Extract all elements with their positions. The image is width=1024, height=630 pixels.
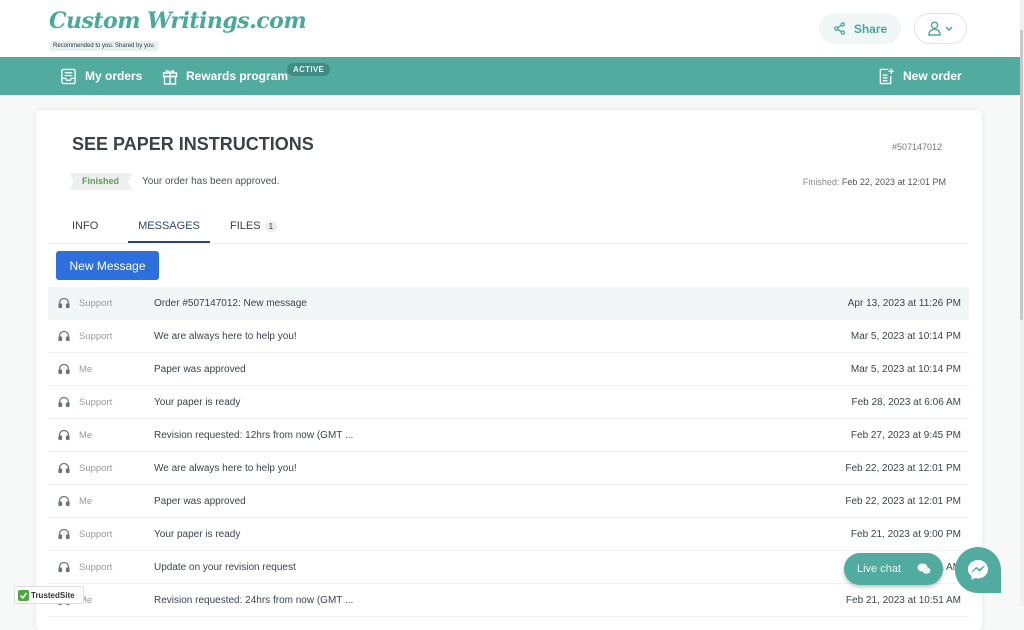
status-badge: Finished [70, 173, 134, 190]
finished-date-value: Feb 22, 2023 at 12:01 PM [841, 177, 946, 187]
message-date: Feb 22, 2023 at 12:01 PM [845, 462, 961, 474]
message-sender: Support [79, 561, 113, 573]
message-date: Feb 21, 2023 at 9:00 PM [850, 528, 961, 540]
inbox-icon [61, 68, 76, 84]
trusted-site-badge[interactable]: TrustedSite [14, 586, 84, 604]
new-document-icon [879, 68, 895, 85]
message-sender: Support [79, 330, 113, 342]
message-row[interactable]: Support Order #507147012: New message Apr … [48, 287, 969, 320]
files-count-badge: 1 [264, 220, 278, 232]
message-sender: Support [79, 462, 113, 474]
message-row[interactable]: SupportUpdate on your revision requestFe… [48, 551, 969, 584]
nav-my-orders[interactable]: My orders [60, 57, 142, 95]
message-sender: Me [79, 429, 93, 441]
gift-icon [162, 69, 178, 85]
trusted-site-label: TrustedSite [31, 590, 75, 600]
new-message-button[interactable]: New Message [56, 251, 159, 280]
tab-messages[interactable]: MESSAGES [128, 210, 210, 243]
new-order-button[interactable]: New order [878, 57, 962, 95]
chevron-down-icon [945, 25, 953, 31]
checkmark-icon [18, 589, 29, 601]
user-menu-button[interactable] [914, 13, 967, 44]
headset-icon [58, 528, 70, 543]
page-scrollbar[interactable] [1020, 0, 1024, 606]
headset-icon [58, 462, 70, 477]
message-sender: Me [79, 363, 93, 375]
finished-date: Finished: Feb 22, 2023 at 12:01 PM [803, 177, 946, 187]
message-subject[interactable]: Update on your revision request [154, 562, 296, 573]
messenger-button[interactable] [955, 547, 1001, 593]
message-subject[interactable]: Paper was approved [154, 364, 246, 375]
message-subject[interactable]: Revision requested: 12hrs from now (GMT … [154, 430, 353, 441]
message-row[interactable]: Me Paper was approved Feb 22, 2023 at 12:0… [48, 485, 969, 518]
tab-info[interactable]: INFO [72, 210, 98, 242]
new-order-label: New order [903, 69, 962, 83]
message-date: Feb 21, 2023 at 10:51 AM [845, 594, 961, 606]
message-subject[interactable]: Paper was approved [154, 496, 246, 507]
headset-icon [58, 396, 70, 411]
headset-icon [58, 561, 70, 576]
order-id: #507147012 [891, 142, 942, 152]
message-subject[interactable]: Order #507147012: New message [154, 298, 307, 309]
share-icon [833, 22, 845, 35]
message-subject[interactable]: We are always here to help you! [154, 463, 297, 474]
live-chat-button[interactable]: Live chat [844, 553, 943, 585]
share-button[interactable]: Share [819, 13, 901, 44]
live-chat-label: Live chat [857, 563, 902, 575]
order-tabs: INFO MESSAGES FILES 1 [48, 210, 968, 244]
rewards-active-badge: ACTIVE [287, 63, 331, 76]
logo[interactable]: Custom Writings.com Recommended to you. … [49, 8, 307, 52]
headset-icon [58, 495, 70, 510]
message-date: Mar 5, 2023 at 10:14 PM [850, 363, 961, 375]
message-subject[interactable]: Revision requested: 24hrs from now (GMT … [154, 595, 353, 606]
share-label: Share [853, 21, 888, 36]
message-row[interactable]: Support We are always here to help you! Fe… [48, 452, 969, 485]
logo-text: Custom Writings.com [49, 8, 307, 34]
message-row[interactable]: Support We are always here to help you! Ma… [48, 320, 969, 353]
messenger-icon [968, 560, 988, 580]
nav-rewards-program[interactable]: Rewards program [162, 57, 288, 95]
message-date: Mar 5, 2023 at 10:14 PM [850, 330, 961, 342]
message-row[interactable]: Me Revision requested: 24hrs from now (GM… [48, 584, 969, 617]
status-message: Your order has been approved. [142, 176, 280, 187]
message-sender: Support [79, 396, 113, 408]
headset-icon [58, 330, 70, 345]
headset-icon [58, 363, 70, 378]
user-icon [928, 21, 941, 36]
message-row[interactable]: Me Paper was approved Mar 5, 2023 at 10:14… [48, 353, 969, 386]
message-sender: Support [79, 297, 113, 309]
message-row[interactable]: Support Your paper is ready Feb 28, 2023 a… [48, 386, 969, 419]
message-date: Apr 13, 2023 at 11:26 PM [847, 297, 961, 309]
headset-icon [58, 297, 70, 312]
tab-files[interactable]: FILES 1 [230, 210, 278, 242]
order-card: SEE PAPER INSTRUCTIONS #507147012 Finish… [36, 110, 982, 630]
message-date: Feb 22, 2023 at 12:01 PM [845, 495, 961, 507]
logo-tagline: Recommended to you. Shared by you [49, 41, 158, 51]
scrollbar-thumb[interactable] [1020, 30, 1023, 320]
message-date: Feb 27, 2023 at 9:45 PM [850, 429, 961, 441]
finished-label: Finished: [802, 177, 840, 187]
message-sender: Support [79, 528, 113, 540]
message-subject[interactable]: We are always here to help you! [154, 331, 297, 342]
message-date: Feb 28, 2023 at 6:06 AM [851, 396, 961, 408]
tab-files-label: FILES [230, 220, 261, 232]
nav-my-orders-label: My orders [85, 69, 143, 83]
message-row[interactable]: Support Your paper is ready Feb 21, 2023 a… [48, 518, 969, 551]
headset-icon [58, 429, 70, 444]
top-header: Custom Writings.com Recommended to you. … [0, 0, 1020, 57]
main-nav: My orders Rewards program ACTIVE New ord… [0, 57, 1020, 95]
message-subject[interactable]: Your paper is ready [154, 529, 240, 540]
message-row[interactable]: Me Revision requested: 12hrs from now (GM… [48, 419, 969, 452]
chat-bubbles-icon [917, 563, 931, 574]
nav-rewards-label: Rewards program [186, 69, 289, 83]
message-list: Support Order #507147012: New message Apr … [48, 287, 969, 617]
message-subject[interactable]: Your paper is ready [154, 397, 240, 408]
page-title: SEE PAPER INSTRUCTIONS [72, 134, 314, 154]
message-sender: Me [79, 495, 93, 507]
